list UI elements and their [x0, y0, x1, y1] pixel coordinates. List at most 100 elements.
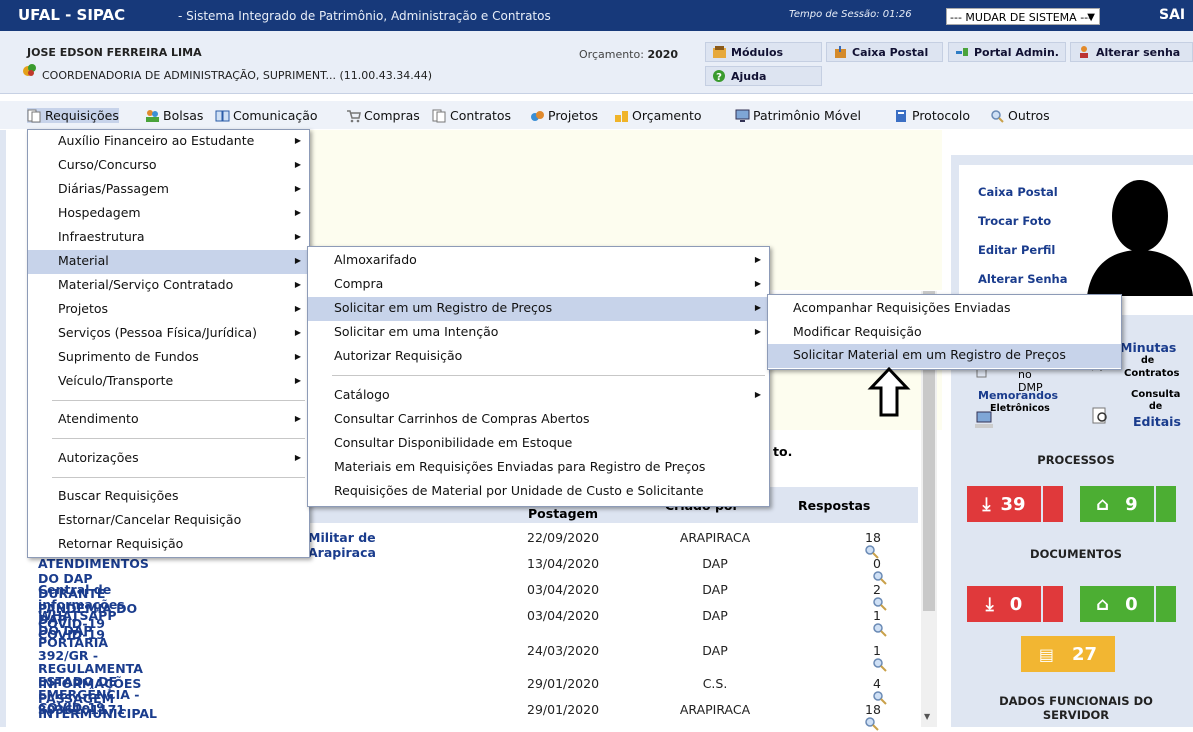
submenu-arrow-icon: ▶	[294, 208, 301, 217]
consulta-editais-button[interactable]: Consulta de Editais	[1087, 388, 1185, 432]
user-info-bar	[0, 31, 1193, 94]
modulos-button[interactable]: Módulos	[705, 42, 822, 62]
menu1-item[interactable]: Serviços (Pessoa Física/Jurídica) ▶	[28, 322, 309, 346]
ajuda-button[interactable]: ? Ajuda	[705, 66, 822, 86]
change-system-select[interactable]: --- MUDAR DE SISTEMA --- ▼	[946, 8, 1100, 25]
menu1-item[interactable]: Buscar Requisições	[28, 485, 309, 509]
menu1-label: Serviços (Pessoa Física/Jurídica)	[58, 325, 258, 340]
exit-link[interactable]: SAI	[1159, 7, 1185, 23]
magnifier-icon[interactable]	[865, 717, 879, 731]
row-title[interactable]: WHATSAPP DO DAP	[38, 608, 116, 638]
menu3-item[interactable]: Acompanhar Requisições Enviadas	[768, 297, 1121, 321]
row-replies: 18	[865, 702, 881, 717]
editais-label: Editais	[1133, 414, 1181, 429]
help-icon: ?	[713, 70, 725, 83]
processos-inbox[interactable]: ⤓ 39	[967, 486, 1041, 522]
menu1-label: Material	[58, 253, 109, 268]
menu3-item-solicitar-material[interactable]: Solicitar Material em um Registro de Pre…	[768, 344, 1121, 368]
menu-comunicacao-label: Comunicação	[233, 108, 318, 123]
menu-outros[interactable]: Outros	[990, 108, 1050, 123]
magnifier-icon[interactable]	[873, 623, 887, 637]
menu1-item-material[interactable]: Material ▶	[28, 250, 309, 274]
menu2-item[interactable]: Compra ▶	[308, 273, 769, 297]
link-trocar-foto[interactable]: Trocar Foto	[978, 214, 1051, 228]
memorandos-eletronicos-button[interactable]: Memorandos Eletrônicos	[972, 388, 1072, 432]
menu3-label: Modificar Requisição	[793, 324, 922, 339]
submenu-arrow-icon: ▶	[294, 376, 301, 385]
menu1-item[interactable]: Curso/Concurso ▶	[28, 154, 309, 178]
home-icon: ⌂	[1096, 493, 1110, 515]
menu1-item[interactable]: Veículo/Transporte ▶	[28, 370, 309, 394]
documentos-pending[interactable]: ▤ 27	[1021, 636, 1115, 672]
menu2-item[interactable]: Catálogo ▶	[308, 384, 769, 408]
processos-inbox-count: 39	[1000, 493, 1026, 515]
projects-icon	[531, 110, 544, 121]
menu1-item[interactable]: Atendimento ▶	[28, 408, 309, 432]
menu-orcamento[interactable]: Orçamento	[614, 108, 702, 123]
menu2-item[interactable]: Consultar Disponibilidade em Estoque	[308, 432, 769, 456]
modules-icon	[713, 46, 726, 58]
menu2-label: Almoxarifado	[334, 252, 417, 267]
menu1-item[interactable]: Auxílio Financeiro ao Estudante ▶	[28, 130, 309, 154]
documentos-inbox[interactable]: ⤓ 0	[967, 586, 1041, 622]
menu-patrimonio-movel[interactable]: Patrimônio Móvel	[735, 108, 861, 123]
menu1-item[interactable]: Autorizações ▶	[28, 447, 309, 471]
menu2-item[interactable]: Materiais em Requisições Enviadas para R…	[308, 456, 769, 480]
menu2-item-registro-precos[interactable]: Solicitar em um Registro de Preços ▶	[308, 297, 769, 321]
alterar-senha-button[interactable]: Alterar senha	[1070, 42, 1193, 62]
contratos-label: Contratos	[1124, 368, 1180, 379]
menu-comunicacao[interactable]: Comunicação	[215, 108, 318, 123]
link-editar-perfil[interactable]: Editar Perfil	[978, 243, 1055, 257]
documents-icon	[432, 109, 446, 122]
menu2-item[interactable]: Requisições de Material por Unidade de C…	[308, 480, 769, 504]
menu1-item[interactable]: Suprimento de Fundos ▶	[28, 346, 309, 370]
row-title[interactable]: 3036101171	[38, 702, 125, 717]
row-title[interactable]: Militar de Arapiraca	[308, 530, 376, 560]
menu-projetos-label: Projetos	[548, 108, 599, 123]
menu1-item[interactable]: Projetos ▶	[28, 298, 309, 322]
menu2-item[interactable]: Autorizar Requisição	[308, 345, 769, 369]
menu3-item[interactable]: Modificar Requisição	[768, 321, 1121, 345]
menu1-item[interactable]: Estornar/Cancelar Requisição	[28, 509, 309, 533]
menu-bolsas[interactable]: Bolsas	[145, 108, 203, 123]
menu-separator	[52, 438, 305, 439]
inbox-icon: ⤓	[982, 493, 991, 515]
submenu-arrow-icon: ▶	[294, 256, 301, 265]
link-caixa-postal[interactable]: Caixa Postal	[978, 185, 1058, 199]
header-respostas: Respostas	[798, 498, 871, 513]
menu2-label: Consultar Carrinhos de Compras Abertos	[334, 411, 590, 426]
menu1-item[interactable]: Diárias/Passagem ▶	[28, 178, 309, 202]
processos-home[interactable]: ⌂ 9	[1080, 486, 1154, 522]
ajuda-label: Ajuda	[731, 69, 767, 83]
menu-contratos[interactable]: Contratos	[432, 108, 511, 123]
row-author: DAP	[702, 556, 728, 571]
menu1-label: Atendimento	[58, 411, 139, 426]
menu-requisicoes[interactable]: Requisições	[27, 108, 119, 123]
menu-projetos[interactable]: Projetos	[530, 108, 598, 123]
menu-outros-label: Outros	[1008, 108, 1050, 123]
unit-change-icon[interactable]	[23, 63, 37, 77]
chevron-down-icon: ▼	[1087, 12, 1095, 23]
link-alterar-senha[interactable]: Alterar Senha	[978, 272, 1067, 286]
menu1-item[interactable]: Retornar Requisição	[28, 533, 309, 557]
menu1-item[interactable]: Material/Serviço Contratado ▶	[28, 274, 309, 298]
submenu-arrow-icon: ▶	[754, 255, 761, 264]
portal-admin-button[interactable]: Portal Admin.	[948, 42, 1066, 62]
menu-protocolo[interactable]: Protocolo	[894, 108, 970, 123]
caixa-postal-button[interactable]: Caixa Postal	[826, 42, 943, 62]
menu1-item[interactable]: Infraestrutura ▶	[28, 226, 309, 250]
scroll-down-icon[interactable]: ▼	[924, 712, 930, 721]
row-author: ARAPIRACA	[679, 702, 751, 717]
menu2-item[interactable]: Consultar Carrinhos de Compras Abertos	[308, 408, 769, 432]
documentos-home[interactable]: ⌂ 0	[1080, 586, 1154, 622]
magnifier-icon[interactable]	[873, 658, 887, 672]
menu-compras[interactable]: Compras	[346, 108, 420, 123]
minutas-label: Minutas	[1120, 340, 1177, 355]
menu2-item[interactable]: Almoxarifado ▶	[308, 249, 769, 273]
row-replies: 1	[873, 608, 881, 623]
menu2-label: Catálogo	[334, 387, 390, 402]
row-date: 22/09/2020	[527, 530, 600, 545]
menu2-item[interactable]: Solicitar em uma Intenção ▶	[308, 321, 769, 345]
menu1-item[interactable]: Hospedagem ▶	[28, 202, 309, 226]
home-icon: ⌂	[1096, 593, 1110, 615]
